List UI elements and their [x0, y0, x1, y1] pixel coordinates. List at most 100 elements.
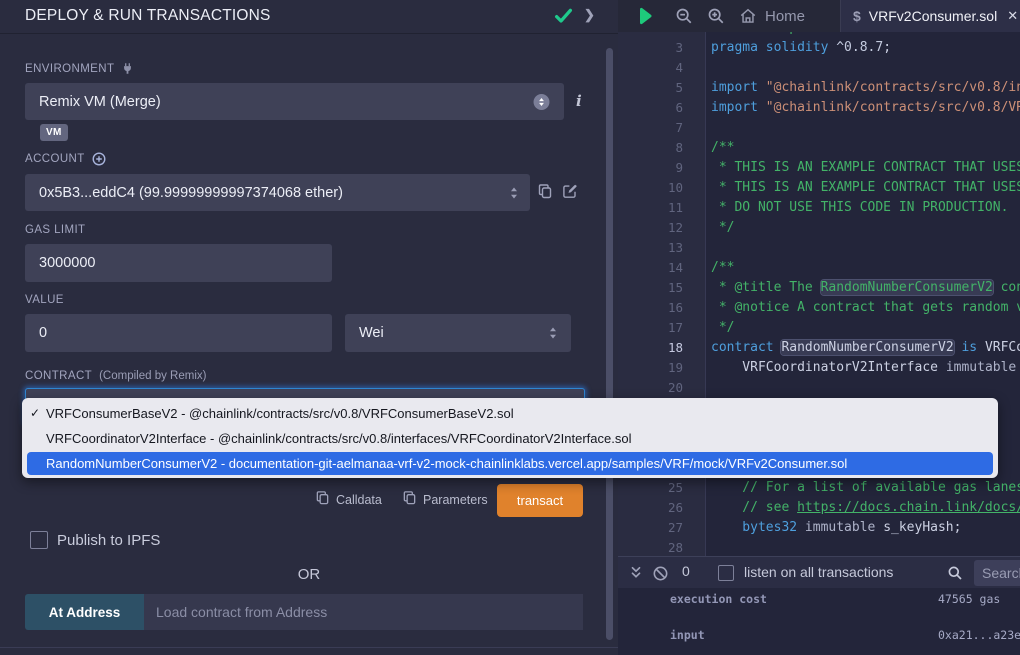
plus-circle-icon[interactable]: [92, 152, 106, 166]
line-content: pragma solidity ^0.8.7;: [705, 38, 1020, 58]
transact-button[interactable]: transact: [497, 484, 583, 517]
clear-terminal-icon[interactable]: [652, 565, 669, 582]
code-line[interactable]: 18contract RandomNumberConsumerV2 is VRF…: [618, 338, 1020, 358]
line-number: 18: [618, 338, 705, 358]
code-line[interactable]: 8/**: [618, 138, 1020, 158]
home-tab-label: Home: [765, 8, 805, 25]
line-content: [705, 58, 1020, 78]
copy-parameters-icon[interactable]: [402, 490, 417, 505]
value-unit-select[interactable]: Wei: [345, 314, 571, 352]
tab-home[interactable]: Home: [733, 0, 811, 32]
at-address-input[interactable]: [144, 594, 583, 630]
environment-info-icon[interactable]: i: [576, 92, 582, 110]
at-address-button[interactable]: At Address: [25, 594, 144, 630]
line-number: 7: [618, 118, 705, 138]
code-line[interactable]: 9 * THIS IS AN EXAMPLE CONTRACT THAT USE…: [618, 158, 1020, 178]
line-number: 26: [618, 498, 705, 518]
code-line[interactable]: 15 * @title The RandomNumberConsumerV2 c…: [618, 278, 1020, 298]
editor-tabbar: Home $ VRFv2Consumer.sol ✕: [618, 0, 1020, 32]
code-line[interactable]: 5import "@chainlink/contracts/src/v0.8/i…: [618, 78, 1020, 98]
line-number: 8: [618, 138, 705, 158]
contract-option[interactable]: VRFCoordinatorV2Interface - @chainlink/c…: [22, 426, 998, 451]
line-content: // For a list of available gas lanes on …: [705, 478, 1020, 498]
line-number: 5: [618, 78, 705, 98]
environment-select[interactable]: Remix VM (Merge): [25, 83, 564, 120]
account-select[interactable]: 0x5B3...eddC4 (99.99999999997374068 ethe…: [25, 174, 530, 211]
zoom-out-icon[interactable]: [675, 7, 693, 25]
line-number: 27: [618, 518, 705, 538]
code-line[interactable]: 25 // For a list of available gas lanes …: [618, 478, 1020, 498]
zoom-in-icon[interactable]: [707, 7, 725, 25]
line-number: 9: [618, 158, 705, 178]
remix-ide: DEPLOY & RUN TRANSACTIONS ❯ ENVIRONMENT …: [0, 0, 1020, 655]
terminal-output: execution cost47565 gasinput0xa21...a23e…: [618, 588, 1020, 655]
code-line[interactable]: 4: [618, 58, 1020, 78]
line-content: * DO NOT USE THIS CODE IN PRODUCTION.: [705, 198, 1020, 218]
terminal-search-input[interactable]: [974, 560, 1020, 586]
code-line[interactable]: 14/**: [618, 258, 1020, 278]
collapse-panel-chevron-icon[interactable]: ❯: [584, 7, 595, 23]
value-label: VALUE: [25, 294, 64, 306]
line-number: 28: [618, 538, 705, 556]
terminal-row: input0xa21...a23e4: [670, 628, 705, 642]
or-label: OR: [0, 566, 618, 583]
line-number: 14: [618, 258, 705, 278]
code-line[interactable]: 11 * DO NOT USE THIS CODE IN PRODUCTION.: [618, 198, 1020, 218]
header-divider: [0, 33, 618, 34]
editor-pane: Home $ VRFv2Consumer.sol ✕ 2// An exampl…: [618, 0, 1020, 655]
code-line[interactable]: 7: [618, 118, 1020, 138]
code-line[interactable]: 3pragma solidity ^0.8.7;: [618, 38, 1020, 58]
code-line[interactable]: 6import "@chainlink/contracts/src/v0.8/V…: [618, 98, 1020, 118]
code-line[interactable]: 13: [618, 238, 1020, 258]
value-unit: Wei: [359, 325, 384, 341]
code-line[interactable]: 19 VRFCoordinatorV2Interface immutable C…: [618, 358, 1020, 378]
run-script-play-icon[interactable]: [635, 6, 655, 26]
contract-label: CONTRACT: [25, 370, 92, 382]
value-input[interactable]: [25, 314, 332, 352]
contract-label-suffix: (Compiled by Remix): [99, 370, 206, 382]
line-number: 3: [618, 38, 705, 58]
listen-transactions-label: listen on all transactions: [744, 564, 893, 580]
account-label-row: ACCOUNT: [25, 152, 106, 166]
calldata-label[interactable]: Calldata: [336, 493, 382, 507]
line-content: /**: [705, 138, 1020, 158]
line-number: 4: [618, 58, 705, 78]
line-content: // see https://docs.chain.link/docs/vrf-…: [705, 498, 1020, 518]
code-line[interactable]: 28: [618, 538, 1020, 556]
code-line[interactable]: 26 // see https://docs.chain.link/docs/v…: [618, 498, 1020, 518]
plug-icon: [121, 62, 134, 75]
home-icon: [739, 7, 757, 25]
gas-limit-label: GAS LIMIT: [25, 224, 85, 236]
publish-ipfs-checkbox[interactable]: [30, 531, 48, 549]
listen-transactions-checkbox[interactable]: [718, 565, 734, 581]
close-tab-icon[interactable]: ✕: [1007, 8, 1018, 24]
line-number: 10: [618, 178, 705, 198]
copy-account-icon[interactable]: [537, 183, 553, 199]
active-tab-label: VRFv2Consumer.sol: [869, 8, 997, 24]
compile-success-check-icon: [553, 6, 574, 26]
terminal-toolbar: 0 listen on all transactions: [618, 556, 1020, 588]
terminal-search-icon: [947, 565, 963, 581]
line-number: 11: [618, 198, 705, 218]
vm-badge: VM: [40, 124, 68, 141]
terminal-row-label: input: [670, 628, 705, 642]
copy-calldata-icon[interactable]: [315, 490, 330, 505]
line-content: /**: [705, 258, 1020, 278]
code-line[interactable]: 10 * THIS IS AN EXAMPLE CONTRACT THAT US…: [618, 178, 1020, 198]
line-content: * @notice A contract that gets random va…: [705, 298, 1020, 318]
parameters-label[interactable]: Parameters: [423, 493, 488, 507]
expand-terminal-chevrons-icon[interactable]: [628, 565, 644, 581]
line-content: contract RandomNumberConsumerV2 is VRFCo…: [705, 338, 1020, 358]
code-line[interactable]: 27 bytes32 immutable s_keyHash;: [618, 518, 1020, 538]
code-line[interactable]: 17 */: [618, 318, 1020, 338]
panel-scrollbar[interactable]: [606, 48, 613, 640]
solidity-file-icon: $: [853, 8, 861, 24]
edit-account-icon[interactable]: [562, 183, 578, 199]
contract-option[interactable]: ✓VRFConsumerBaseV2 - @chainlink/contract…: [22, 401, 998, 426]
tab-vrfv2consumer[interactable]: $ VRFv2Consumer.sol ✕: [840, 0, 1020, 32]
gas-limit-input[interactable]: [25, 244, 332, 282]
contract-option[interactable]: RandomNumberConsumerV2 - documentation-g…: [27, 452, 993, 475]
code-line[interactable]: 16 * @notice A contract that gets random…: [618, 298, 1020, 318]
code-line[interactable]: 12 */: [618, 218, 1020, 238]
code-line[interactable]: 20: [618, 378, 1020, 398]
